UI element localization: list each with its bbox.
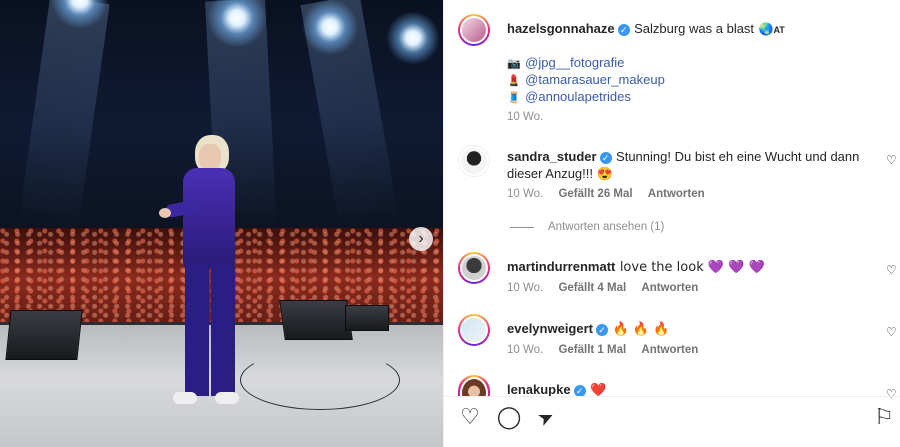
commenter-username[interactable]: martindurrenmatt <box>507 259 615 274</box>
view-replies-button[interactable]: Antworten ansehen (1) <box>548 221 664 233</box>
share-icon[interactable]: ➤ <box>529 401 564 436</box>
globe-flag-icon: 🌏 <box>758 22 774 36</box>
comment-text: dieser Anzug!!! 😍 <box>507 166 613 181</box>
verified-icon: ✓ <box>617 24 630 36</box>
mention-link[interactable]: @jpg__fotografie <box>525 55 624 70</box>
replies-divider <box>510 227 534 228</box>
verified-icon: ✓ <box>596 324 608 336</box>
credit-line: 🧵 @annoulapetrides <box>507 88 631 106</box>
thread-icon: 🧵 <box>507 91 521 104</box>
author-avatar[interactable] <box>458 14 490 46</box>
heart-icon[interactable]: ♡ <box>886 326 898 338</box>
like-icon[interactable]: ♡ <box>457 405 483 431</box>
commenter-username[interactable]: sandra_studer <box>507 149 597 164</box>
author-username[interactable]: hazelsgonnahaze <box>507 21 615 36</box>
comment-text: Stunning! Du bist eh eine Wucht und dann <box>616 149 860 164</box>
caption-flag: AT <box>773 25 785 35</box>
credit-line: 📷 @jpg__fotografie <box>507 54 624 72</box>
comment: evelynweigert ✓ 🔥 🔥 🔥 <box>507 320 669 338</box>
stage-monitor <box>345 305 389 331</box>
credit-line: 💄 @tamarasauer_makeup <box>507 71 665 89</box>
commenter-avatar[interactable] <box>458 375 490 397</box>
verified-icon: ✓ <box>599 152 612 164</box>
commenter-username[interactable]: evelynweigert <box>507 321 593 336</box>
comment-meta: 10 Wo. Gefällt 26 Mal Antworten <box>507 188 717 200</box>
comment-text: love the look 💜 💜 💜 <box>619 260 765 275</box>
comment-likes[interactable]: Gefällt 26 Mal <box>558 188 632 200</box>
stage-light <box>300 0 360 54</box>
comment-likes[interactable]: Gefällt 1 Mal <box>558 344 626 356</box>
heart-icon[interactable]: ♡ <box>886 264 898 276</box>
comment-meta: 10 Wo. Gefällt 1 Mal Antworten <box>507 344 710 356</box>
action-bar: ♡ ◯ ➤ ⚐ <box>444 396 900 447</box>
stage-light <box>385 12 441 64</box>
comment-timestamp[interactable]: 10 Wo. <box>507 344 543 356</box>
save-icon[interactable]: ⚐ <box>871 405 897 431</box>
reply-button[interactable]: Antworten <box>648 188 705 200</box>
performer <box>155 130 245 420</box>
commenter-avatar[interactable] <box>458 314 490 346</box>
post-photo[interactable]: › <box>0 0 443 447</box>
comment-meta: 10 Wo. Gefällt 4 Mal Antworten <box>507 282 710 294</box>
mention-link[interactable]: @annoulapetrides <box>525 89 631 104</box>
commenter-avatar[interactable] <box>458 252 490 284</box>
commenter-username[interactable]: lenakupke <box>507 382 571 397</box>
chevron-right-icon: › <box>418 230 424 247</box>
stage-cable <box>240 350 400 410</box>
mention-link[interactable]: @tamarasauer_makeup <box>525 72 665 87</box>
post-timestamp[interactable]: 10 Wo. <box>507 111 543 123</box>
commenter-avatar[interactable] <box>458 145 490 177</box>
post-details-panel: hazelsgonnahaze ✓ Salzburg was a blast 🌏A… <box>443 0 900 447</box>
comment-timestamp[interactable]: 10 Wo. <box>507 282 543 294</box>
light-beam <box>18 0 110 232</box>
lipstick-icon: 💄 <box>507 74 521 87</box>
reply-button[interactable]: Antworten <box>641 282 698 294</box>
comment-timestamp[interactable]: 10 Wo. <box>507 188 543 200</box>
comment: martindurrenmatt love the look 💜 💜 💜 <box>507 258 765 276</box>
comment-icon[interactable]: ◯ <box>496 405 522 431</box>
caption-text: Salzburg was a blast <box>634 21 755 36</box>
camera-icon: 📷 <box>507 57 521 70</box>
stage-monitor <box>279 300 353 340</box>
comment-likes[interactable]: Gefällt 4 Mal <box>558 282 626 294</box>
stage-monitor <box>5 310 83 360</box>
caption-line: hazelsgonnahaze ✓ Salzburg was a blast 🌏A… <box>507 20 785 38</box>
comment: sandra_studer ✓ Stunning! Du bist eh eine… <box>507 148 867 182</box>
next-image-button[interactable]: › <box>409 227 433 251</box>
comment-text: 🔥 🔥 🔥 <box>612 322 670 337</box>
reply-button[interactable]: Antworten <box>641 344 698 356</box>
heart-icon[interactable]: ♡ <box>886 154 898 166</box>
